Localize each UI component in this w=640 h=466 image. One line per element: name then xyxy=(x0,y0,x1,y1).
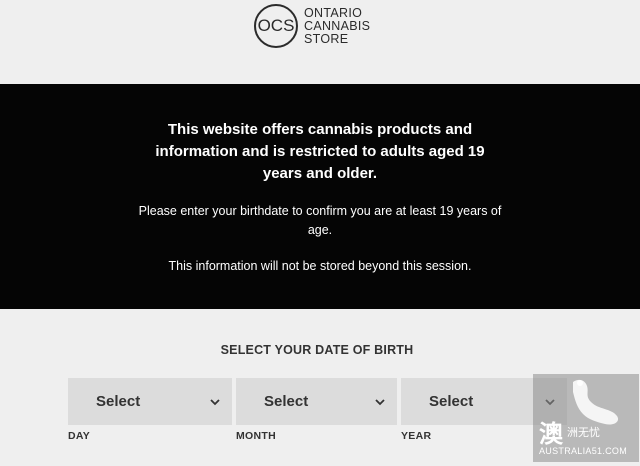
month-select[interactable]: Select xyxy=(236,378,397,425)
day-select-value: Select xyxy=(96,393,141,410)
month-select-value: Select xyxy=(264,393,309,410)
watermark-glyph: 澳 xyxy=(539,421,563,448)
month-label: MONTH xyxy=(236,430,276,442)
logo-wordmark: ONTARIO CANNABIS STORE xyxy=(304,5,371,46)
ocs-logo[interactable]: OCS ONTARIO CANNABIS STORE xyxy=(254,4,370,48)
logo-line-2: CANNABIS xyxy=(304,18,371,33)
privacy-note: This information will not be stored beyo… xyxy=(168,259,472,273)
year-label: YEAR xyxy=(401,430,432,442)
day-label: DAY xyxy=(68,430,91,442)
logo-line-1: ONTARIO xyxy=(304,5,363,20)
year-select-value: Select xyxy=(429,393,474,410)
watermark-logo: 澳 洲无忧 AUSTRALIA51.COM xyxy=(533,374,639,462)
age-restriction-heading: This website offers cannabis products an… xyxy=(155,121,485,182)
chevron-down-icon xyxy=(375,398,385,405)
birthdate-instruction: Please enter your birthdate to confirm y… xyxy=(138,204,502,237)
watermark-url: AUSTRALIA51.COM xyxy=(539,446,628,456)
logo-mark: OCS xyxy=(254,4,298,48)
chevron-down-icon xyxy=(210,398,220,405)
logo-line-3: STORE xyxy=(304,31,349,46)
age-gate-banner: This website offers cannabis products an… xyxy=(0,84,640,309)
day-select[interactable]: Select xyxy=(68,378,232,425)
dob-title: SELECT YOUR DATE OF BIRTH xyxy=(220,343,414,357)
watermark-cn-text: 洲无忧 xyxy=(567,427,600,439)
site-header: OCS ONTARIO CANNABIS STORE xyxy=(0,0,640,84)
